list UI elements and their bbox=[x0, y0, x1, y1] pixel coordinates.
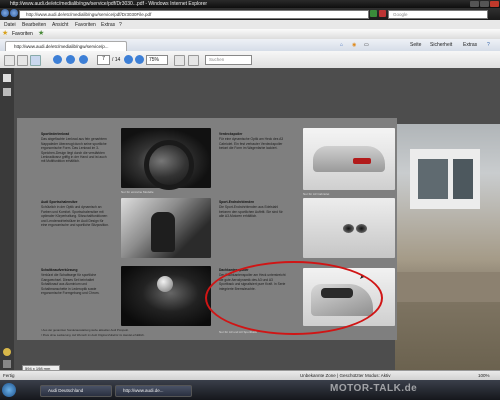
refresh-icon[interactable] bbox=[370, 10, 377, 17]
sport-seats-photo bbox=[121, 198, 211, 258]
exhaust-pipe-right bbox=[356, 224, 367, 233]
minimize-button[interactable] bbox=[470, 1, 479, 7]
steering-wheel-ring bbox=[144, 140, 194, 190]
pdf-toolbar: 7 / 14 75% Suchen bbox=[0, 51, 500, 69]
home-icon[interactable]: ⌂ bbox=[340, 42, 343, 48]
prev-page-icon[interactable] bbox=[66, 55, 75, 64]
block-heading: Sportlederlenkrad bbox=[41, 132, 70, 136]
first-page-icon[interactable] bbox=[53, 55, 62, 64]
gear-knob bbox=[157, 276, 173, 292]
search-input[interactable]: Google bbox=[388, 10, 488, 19]
tools-security[interactable]: Sicherheit bbox=[430, 42, 452, 48]
navigation-pane bbox=[0, 68, 15, 370]
page-total: / 14 bbox=[112, 57, 121, 63]
block-body: Das abgeflachte Lenkrad aus fein genarbt… bbox=[41, 137, 107, 164]
gear-knob-photo bbox=[121, 266, 211, 326]
tools-page[interactable]: Seite bbox=[410, 42, 421, 48]
address-url: http://www.audi.de/etc/medialib/ngw/serv… bbox=[26, 12, 152, 17]
status-text: Fertig bbox=[3, 373, 15, 378]
taskbar-item[interactable]: http://www.audi.de... bbox=[115, 385, 192, 397]
attachments-icon[interactable] bbox=[3, 88, 11, 96]
house-window-2 bbox=[453, 159, 473, 199]
browser-tab[interactable]: http://www.audi.de/etc/medialib/ngw/serv… bbox=[5, 41, 127, 51]
menu-item-tools[interactable]: Extras bbox=[101, 22, 115, 28]
menu-item-edit[interactable]: Bearbeiten bbox=[22, 22, 46, 28]
pages-icon[interactable] bbox=[3, 74, 11, 82]
block-tag: Nur für A3 Cabriolet bbox=[303, 192, 330, 196]
seat-shape bbox=[151, 212, 175, 252]
taskbar-item-label: http://www.audi.de... bbox=[123, 388, 164, 393]
zoom-in-icon[interactable] bbox=[135, 55, 144, 64]
block-heading: Sport-Endrohrblenden bbox=[219, 200, 255, 204]
window-title: http://www.audi.de/etc/medialib/ngw/serv… bbox=[10, 1, 208, 7]
house-terrace bbox=[395, 272, 500, 302]
pdf-search-input[interactable]: Suchen bbox=[205, 55, 252, 65]
menu-item-help[interactable]: ? bbox=[119, 22, 122, 28]
footnote: ¹ Aus der genannten Sonderausstattung si… bbox=[41, 328, 129, 332]
favorites-button[interactable]: Favoriten bbox=[12, 31, 33, 37]
taskbar: Audi Deutschland http://www.audi.de... bbox=[0, 380, 500, 400]
text-block: Verdeckspoiler Für eine dynamische Optik… bbox=[219, 132, 287, 151]
print-pdf-icon[interactable] bbox=[17, 55, 28, 66]
save-icon[interactable] bbox=[4, 55, 15, 66]
maximize-button[interactable] bbox=[480, 1, 489, 7]
address-bar[interactable]: http://www.audi.de/etc/medialib/ngw/serv… bbox=[19, 10, 369, 19]
favorites-star-icon[interactable]: ★ bbox=[2, 30, 8, 38]
house-window bbox=[418, 159, 448, 199]
forward-icon[interactable] bbox=[10, 9, 18, 17]
block-body: Für eine dynamische Optik am Heck des A3… bbox=[219, 137, 284, 151]
block-heading: Schaltknaufverkürzung bbox=[41, 268, 78, 272]
block-heading: Audi Sportschalensitze bbox=[41, 200, 78, 204]
stop-icon[interactable] bbox=[379, 10, 386, 17]
house-photo bbox=[395, 124, 500, 370]
back-icon[interactable] bbox=[1, 9, 9, 17]
zoom-out-icon[interactable] bbox=[124, 55, 133, 64]
footnote: ² Preis ohne Lackierung. Auf Wunsch im A… bbox=[41, 333, 145, 337]
taskbar-item[interactable]: Audi Deutschland bbox=[40, 385, 112, 397]
tab-title: http://www.audi.de/etc/medialib/ngw/serv… bbox=[14, 44, 109, 49]
menu-item-file[interactable]: Datei bbox=[4, 22, 16, 28]
close-button[interactable] bbox=[490, 1, 499, 7]
fit-page-icon[interactable] bbox=[174, 55, 185, 66]
title-bar: http://www.audi.de/etc/medialib/ngw/serv… bbox=[0, 0, 500, 8]
zoom-value: 75% bbox=[149, 57, 160, 63]
menu-item-favorites[interactable]: Favoriten bbox=[75, 22, 96, 28]
taillight bbox=[353, 158, 371, 164]
text-block: Schaltknaufverkürzung Verkürzt die Schal… bbox=[41, 268, 109, 295]
security-zone: Unbekannte Zone | Geschützter Modus: Akt… bbox=[300, 373, 391, 378]
status-zoom[interactable]: 100% bbox=[478, 373, 490, 378]
text-block: Audi Sportschalensitze Schützlich in der… bbox=[41, 200, 109, 227]
watermark: MOTOR-TALK.de bbox=[330, 383, 418, 394]
comment-icon[interactable] bbox=[3, 348, 11, 356]
block-body: Schützlich in der Optik und dynamisch an… bbox=[41, 205, 109, 228]
block-body: Verkürzt die Schaltwege für sportliche G… bbox=[41, 273, 100, 296]
email-icon[interactable] bbox=[30, 55, 41, 66]
zoom-select[interactable]: 75% bbox=[146, 55, 168, 65]
tools-extras[interactable]: Extras bbox=[463, 42, 477, 48]
text-block: Sport-Endrohrblenden Die Sport-Endrohrbl… bbox=[219, 200, 287, 219]
cabriolet-photo bbox=[303, 128, 395, 190]
menu-item-view[interactable]: Ansicht bbox=[52, 22, 68, 28]
add-favorite-icon[interactable]: ★ bbox=[38, 30, 44, 38]
block-tag: Nur für einzelne Modelle bbox=[121, 190, 154, 194]
steering-wheel-photo bbox=[121, 128, 211, 190]
exhaust-photo bbox=[303, 198, 395, 258]
block-heading: Verdeckspoiler bbox=[219, 132, 243, 136]
fit-width-icon[interactable] bbox=[188, 55, 199, 66]
text-block: Sportlederlenkrad Das abgeflachte Lenkra… bbox=[41, 132, 109, 164]
exhaust-pipe-left bbox=[343, 224, 354, 233]
search-placeholder: Google bbox=[393, 12, 408, 17]
print-icon[interactable]: ▭ bbox=[364, 42, 369, 48]
page-number-input[interactable]: 7 bbox=[97, 55, 110, 65]
start-button[interactable] bbox=[2, 383, 16, 397]
help-icon[interactable]: ? bbox=[487, 42, 490, 48]
next-page-icon[interactable] bbox=[79, 55, 88, 64]
taskbar-item-label: Audi Deutschland bbox=[48, 388, 84, 393]
feeds-icon[interactable]: ◉ bbox=[352, 42, 356, 48]
block-body: Die Sport-Endrohrblenden aus Edelstahl b… bbox=[219, 205, 283, 219]
paperclip-icon[interactable] bbox=[3, 360, 11, 368]
pdf-search-placeholder: Suchen bbox=[209, 57, 225, 62]
cabriolet-body bbox=[313, 146, 385, 172]
annotation-circle bbox=[205, 261, 383, 335]
